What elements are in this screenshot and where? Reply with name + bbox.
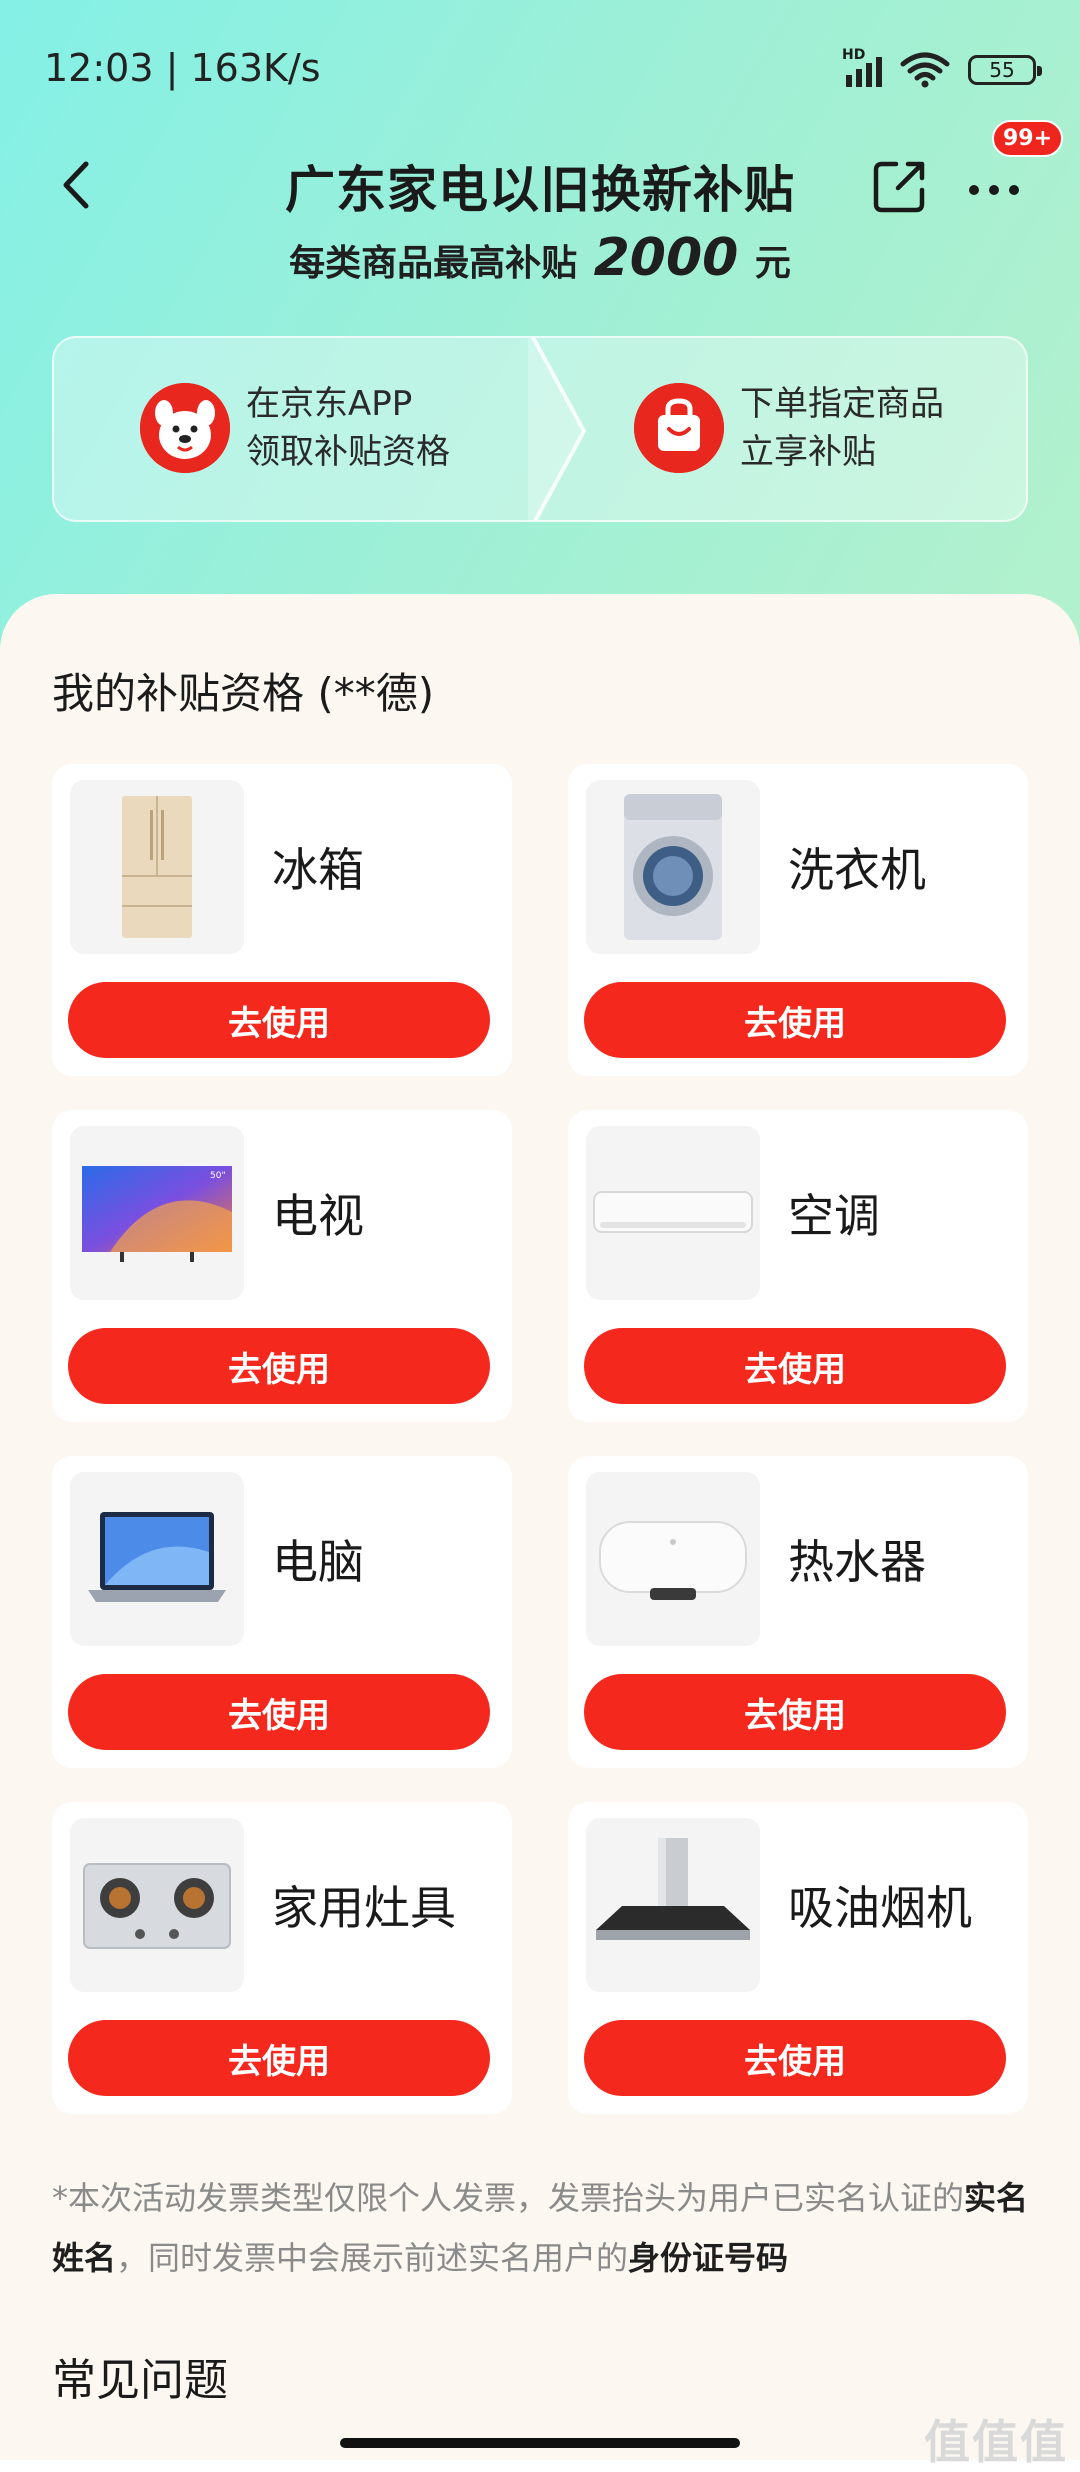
home-indicator[interactable] bbox=[340, 2438, 740, 2448]
note-part2: ，同时发票中会展示前述实名用户的 bbox=[116, 2239, 629, 2277]
wifi-icon bbox=[900, 52, 950, 88]
subsidy-card-range-hood: 吸油烟机 去使用 bbox=[568, 1802, 1028, 2114]
subsidy-card-tv: 50" 电视 去使用 bbox=[52, 1110, 512, 1422]
item-name: 电视 bbox=[272, 1189, 364, 1243]
water-heater-icon bbox=[586, 1472, 760, 1646]
item-name: 电脑 bbox=[272, 1535, 364, 1589]
laptop-icon bbox=[70, 1472, 244, 1646]
status-icons: HD 55 bbox=[842, 47, 1042, 90]
battery-icon: 55 bbox=[968, 55, 1042, 85]
note-part1: *本次活动发票类型仅限个人发票，发票抬头为用户已实名认证的 bbox=[52, 2179, 965, 2217]
share-icon bbox=[873, 161, 925, 213]
washing-machine-icon bbox=[586, 780, 760, 954]
watermark: 值值值 bbox=[924, 2415, 1068, 2469]
section-title: 我的补贴资格 (**德) bbox=[52, 669, 435, 718]
note-bold2: 身份证号码 bbox=[628, 2239, 789, 2277]
nav-bar: 广东家电以旧换新补贴 bbox=[0, 130, 1080, 240]
subsidy-card-refrigerator: 冰箱 去使用 bbox=[52, 764, 512, 1076]
subsidy-card-laptop: 电脑 去使用 bbox=[52, 1456, 512, 1768]
gas-stove-icon bbox=[70, 1818, 244, 1992]
range-hood-icon bbox=[586, 1818, 760, 1992]
step-order: 下单指定商品 立享补贴 bbox=[634, 380, 944, 476]
item-name: 热水器 bbox=[788, 1535, 926, 1589]
subtitle-amount: 2000 bbox=[593, 228, 739, 288]
use-button-washing-machine[interactable]: 去使用 bbox=[584, 982, 1006, 1058]
step1-line1: 在京东APP bbox=[246, 384, 413, 424]
subsidy-subtitle: 每类商品最高补贴 2000 元 bbox=[0, 228, 1080, 288]
subsidy-card-water-heater: 热水器 去使用 bbox=[568, 1456, 1028, 1768]
share-button[interactable] bbox=[868, 154, 932, 218]
message-badge: 99+ bbox=[992, 120, 1064, 157]
subtitle-prefix: 每类商品最高补贴 bbox=[289, 243, 578, 284]
subsidy-card-gas-stove: 家用灶具 去使用 bbox=[52, 1802, 512, 2114]
step-arrow-icon bbox=[528, 338, 587, 520]
tv-size-tag: 50" bbox=[210, 1171, 226, 1181]
subsidy-card-air-conditioner: 空调 去使用 bbox=[568, 1110, 1028, 1422]
subsidy-card-washing-machine: 洗衣机 去使用 bbox=[568, 764, 1028, 1076]
use-button-gas-stove[interactable]: 去使用 bbox=[68, 2020, 490, 2096]
network-label: HD bbox=[842, 47, 866, 63]
use-button-laptop[interactable]: 去使用 bbox=[68, 1674, 490, 1750]
shopping-bag-icon bbox=[634, 383, 724, 473]
step1-line2: 领取补贴资格 bbox=[246, 432, 450, 472]
battery-level: 55 bbox=[989, 58, 1015, 82]
use-button-range-hood[interactable]: 去使用 bbox=[584, 2020, 1006, 2096]
use-button-water-heater[interactable]: 去使用 bbox=[584, 1674, 1006, 1750]
refrigerator-icon bbox=[70, 780, 244, 954]
item-name: 冰箱 bbox=[272, 843, 364, 897]
use-button-air-conditioner[interactable]: 去使用 bbox=[584, 1328, 1006, 1404]
invoice-note: *本次活动发票类型仅限个人发票，发票抬头为用户已实名认证的实名姓名，同时发票中会… bbox=[52, 2168, 1032, 2288]
use-button-refrigerator[interactable]: 去使用 bbox=[68, 982, 490, 1058]
item-name: 家用灶具 bbox=[272, 1881, 456, 1935]
item-name: 吸油烟机 bbox=[788, 1881, 972, 1935]
steps-card: 在京东APP 领取补贴资格 下单指定商品 立享补贴 bbox=[52, 336, 1028, 522]
item-name: 洗衣机 bbox=[788, 843, 926, 897]
step-claim: 在京东APP 领取补贴资格 bbox=[140, 380, 450, 476]
faq-title: 常见问题 bbox=[52, 2355, 228, 2406]
step2-line1: 下单指定商品 bbox=[740, 384, 944, 424]
status-bar: 12:03 | 163K/s HD 55 bbox=[0, 0, 1080, 130]
status-time: 12:03 | 163K/s bbox=[44, 46, 321, 90]
jd-mascot-icon bbox=[140, 383, 230, 473]
air-conditioner-icon bbox=[586, 1126, 760, 1300]
use-button-tv[interactable]: 去使用 bbox=[68, 1328, 490, 1404]
step2-line2: 立享补贴 bbox=[740, 432, 876, 472]
more-button[interactable] bbox=[962, 154, 1026, 218]
more-icon bbox=[969, 185, 1019, 195]
subtitle-suffix: 元 bbox=[754, 243, 791, 284]
item-name: 空调 bbox=[788, 1189, 880, 1243]
tv-icon: 50" bbox=[70, 1126, 244, 1300]
signal-icon: HD bbox=[842, 47, 882, 87]
